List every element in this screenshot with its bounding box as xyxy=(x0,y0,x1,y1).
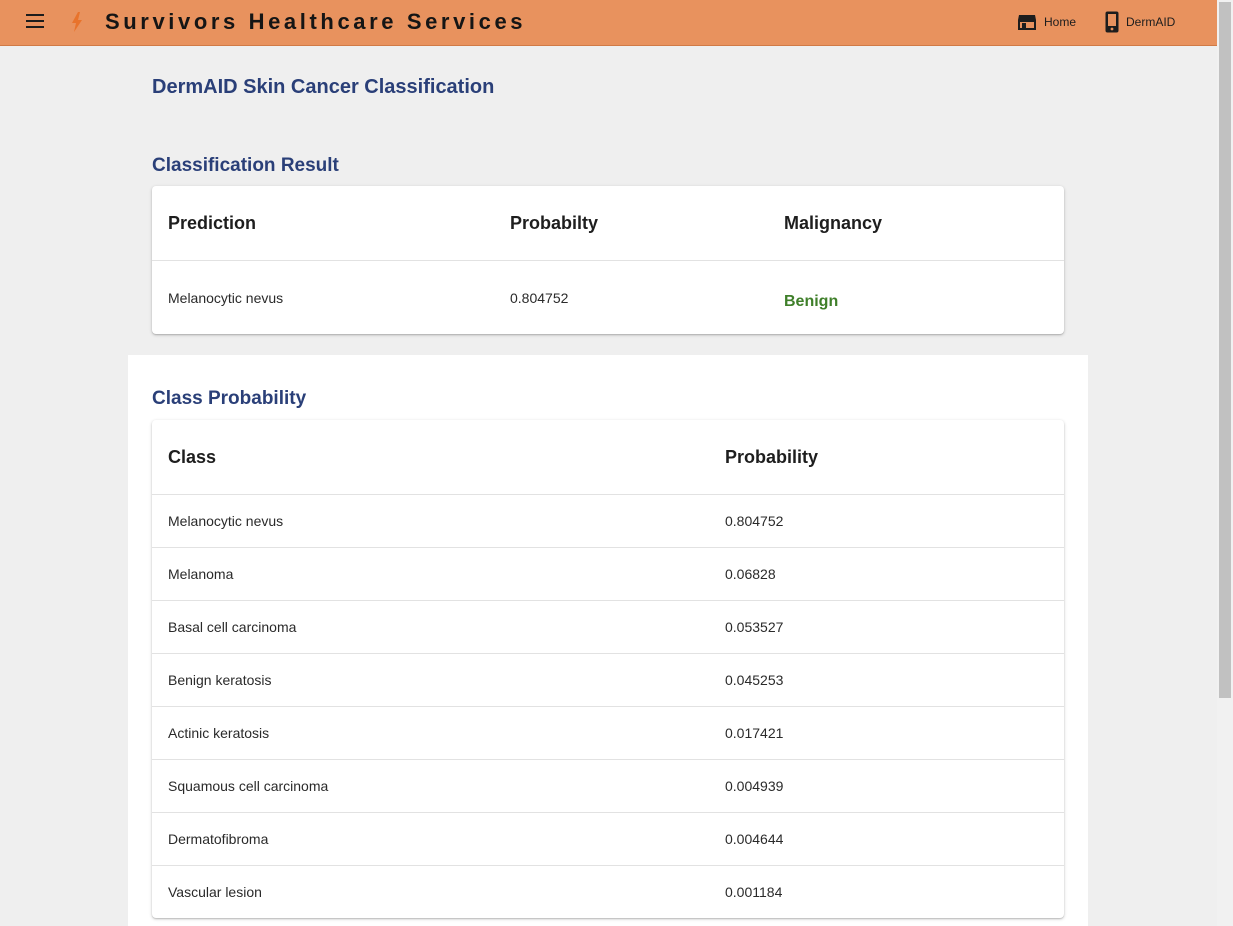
class-probability: 0.804752 xyxy=(709,494,1064,548)
table-header-row: Prediction Probabilty Malignancy xyxy=(152,186,1064,261)
class-probability: 0.017421 xyxy=(709,706,1064,760)
menu-icon[interactable] xyxy=(26,14,44,30)
page-title: DermAID Skin Cancer Classification xyxy=(152,76,495,98)
nav-dermaid-label: DermAID xyxy=(1126,15,1176,29)
nav-home-label: Home xyxy=(1044,15,1077,29)
class-probability-heading: Class Probability xyxy=(152,388,307,409)
vertical-scrollbar[interactable] xyxy=(1217,0,1233,926)
probability-header: Probabilty xyxy=(494,186,768,261)
class-probability: 0.004939 xyxy=(709,759,1064,813)
malignancy-badge: Benign xyxy=(784,292,839,310)
class-probability: 0.045253 xyxy=(709,653,1064,707)
malignancy-cell: Benign xyxy=(768,261,1064,335)
table-row: Melanocytic nevus 0.804752 Benign xyxy=(152,261,1064,335)
probability-value: 0.804752 xyxy=(510,289,569,306)
probability-header: Probability xyxy=(709,420,1064,495)
phone-icon xyxy=(1105,11,1119,33)
class-probability: 0.053527 xyxy=(709,600,1064,654)
prediction-value: Melanocytic nevus xyxy=(168,289,284,306)
table-row: Benign keratosis 0.045253 xyxy=(152,653,1064,707)
table-row: Melanocytic nevus 0.804752 xyxy=(152,494,1064,548)
table-row: Dermatofibroma 0.004644 xyxy=(152,812,1064,866)
class-probability: 0.001184 xyxy=(725,884,783,900)
classification-result-card: Prediction Probabilty Malignancy Melanoc… xyxy=(152,186,1064,334)
app-bar: Survivors Healthcare Services Home DermA… xyxy=(0,0,1217,46)
malignancy-header: Malignancy xyxy=(768,186,1064,261)
class-name: Vascular lesion xyxy=(168,884,262,900)
scrollbar-thumb[interactable] xyxy=(1219,2,1231,698)
nav-dermaid-link[interactable]: DermAID xyxy=(1105,10,1175,34)
class-probability: 0.06828 xyxy=(709,547,1064,601)
class-name: Benign keratosis xyxy=(152,653,709,707)
nav-home-link[interactable]: Home xyxy=(1017,10,1076,34)
class-name: Squamous cell carcinoma xyxy=(152,759,709,813)
class-probability-table: Class Probability Melanocytic nevus 0.804… xyxy=(152,420,1064,918)
lightning-icon xyxy=(72,12,82,32)
classification-result-table: Prediction Probabilty Malignancy Melanoc… xyxy=(152,186,1064,334)
class-name: Melanocytic nevus xyxy=(152,494,709,548)
prediction-header: Prediction xyxy=(152,186,494,261)
table-row: Vascular lesion 0.001184 xyxy=(152,866,1064,919)
classification-result-heading: Classification Result xyxy=(152,155,339,176)
table-row: Melanoma 0.06828 xyxy=(152,547,1064,601)
class-header: Class xyxy=(152,420,709,495)
table-row: Squamous cell carcinoma 0.004939 xyxy=(152,759,1064,813)
table-row: Actinic keratosis 0.017421 xyxy=(152,706,1064,760)
store-icon xyxy=(1018,15,1036,30)
brand-title: Survivors Healthcare Services xyxy=(105,9,527,34)
table-row: Basal cell carcinoma 0.053527 xyxy=(152,600,1064,654)
class-name: Actinic keratosis xyxy=(152,706,709,760)
class-name: Melanoma xyxy=(152,547,709,601)
class-probability: 0.004644 xyxy=(709,812,1064,866)
table-header-row: Class Probability xyxy=(152,420,1064,495)
class-name: Dermatofibroma xyxy=(152,812,709,866)
class-probability-card: Class Probability Melanocytic nevus 0.804… xyxy=(152,420,1064,918)
class-name: Basal cell carcinoma xyxy=(152,600,709,654)
